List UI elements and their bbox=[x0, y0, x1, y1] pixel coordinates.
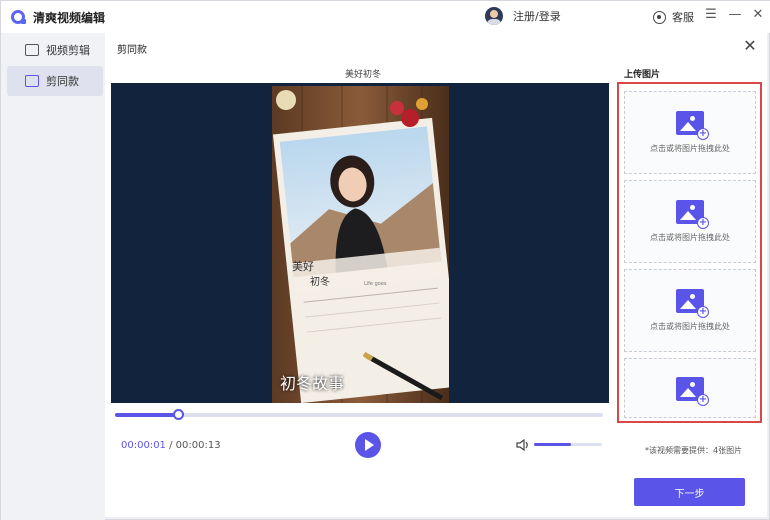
add-image-icon: + bbox=[676, 200, 709, 229]
progress-knob[interactable] bbox=[173, 409, 185, 420]
current-time: 00:00:01 bbox=[121, 440, 166, 451]
upload-slot-4[interactable]: + bbox=[624, 358, 756, 418]
video-caption-small: Life goes bbox=[364, 281, 387, 287]
close-window-icon[interactable]: ✕ bbox=[750, 7, 766, 23]
sidebar-item-label: 视频剪辑 bbox=[46, 44, 90, 57]
upload-slot-2[interactable]: + 点击或将图片拖拽此处 bbox=[624, 180, 756, 263]
title-bar: 清爽视频编辑 注册/登录 客服 ☰ — ✕ bbox=[1, 1, 770, 33]
sidebar-item-label: 剪同款 bbox=[46, 75, 79, 88]
sidebar-item-video-edit[interactable]: 视频剪辑 bbox=[7, 35, 103, 65]
add-image-icon: + bbox=[676, 377, 709, 406]
upload-hint: 点击或将图片拖拽此处 bbox=[650, 144, 730, 153]
next-step-button[interactable]: 下一步 bbox=[634, 478, 745, 506]
avatar-icon bbox=[485, 7, 503, 25]
menu-icon[interactable]: ☰ bbox=[703, 7, 719, 23]
upload-area: + 点击或将图片拖拽此处 + 点击或将图片拖拽此处 + 点击或将图片拖拽此处 + bbox=[617, 82, 762, 423]
video-frame: 美好 初冬 Life goes 初冬故事 bbox=[272, 86, 449, 403]
image-icon bbox=[25, 75, 39, 87]
play-button[interactable] bbox=[355, 432, 381, 458]
video-preview[interactable]: 美好 初冬 Life goes 初冬故事 bbox=[111, 83, 609, 403]
volume-icon[interactable] bbox=[516, 439, 530, 451]
add-image-icon: + bbox=[676, 111, 709, 140]
minimize-icon[interactable]: — bbox=[727, 7, 743, 23]
video-caption-main: 美好 bbox=[292, 260, 314, 273]
template-dialog: 剪同款 ✕ 美好初冬 美好 初冬 Life goes 初冬故事 00:00:01… bbox=[105, 33, 767, 517]
preview-title: 美好初冬 bbox=[345, 70, 382, 80]
app-title: 清爽视频编辑 bbox=[33, 10, 106, 25]
video-frame-art bbox=[272, 86, 449, 403]
video-overlay-title: 初冬故事 bbox=[280, 374, 345, 393]
headset-icon bbox=[653, 10, 666, 24]
user-login[interactable]: 注册/登录 bbox=[485, 7, 561, 25]
customer-service[interactable]: 客服 bbox=[653, 9, 694, 25]
add-image-icon: + bbox=[676, 289, 709, 318]
dialog-title: 剪同款 bbox=[117, 45, 147, 56]
total-time: 00:00:13 bbox=[175, 440, 221, 451]
upload-hint: 点击或将图片拖拽此处 bbox=[650, 322, 730, 331]
volume-slider[interactable] bbox=[534, 443, 602, 446]
app-window: 清爽视频编辑 注册/登录 客服 ☰ — ✕ 视频剪辑 剪同款 剪同款 ✕ 美好初… bbox=[0, 0, 770, 520]
close-icon[interactable]: ✕ bbox=[741, 37, 759, 55]
volume-fill bbox=[534, 443, 572, 446]
upload-requirement-note: *该视频需要提供：4张图片 bbox=[645, 446, 743, 455]
upload-title: 上传图片 bbox=[624, 70, 661, 80]
progress-fill bbox=[115, 413, 179, 417]
upload-slot-3[interactable]: + 点击或将图片拖拽此处 bbox=[624, 269, 756, 352]
service-label: 客服 bbox=[672, 11, 694, 24]
app-logo-icon bbox=[11, 10, 26, 24]
upload-hint: 点击或将图片拖拽此处 bbox=[650, 233, 730, 242]
login-link[interactable]: 注册/登录 bbox=[513, 8, 561, 24]
time-separator: / bbox=[165, 440, 176, 451]
progress-bar[interactable] bbox=[115, 409, 603, 420]
video-caption-main2: 初冬 bbox=[310, 277, 330, 288]
sidebar-item-template[interactable]: 剪同款 bbox=[7, 66, 103, 96]
film-icon bbox=[25, 44, 39, 56]
time-display: 00:00:01 / 00:00:13 bbox=[121, 440, 221, 451]
sidebar: 视频剪辑 剪同款 bbox=[1, 33, 105, 520]
upload-slot-1[interactable]: + 点击或将图片拖拽此处 bbox=[624, 91, 756, 174]
